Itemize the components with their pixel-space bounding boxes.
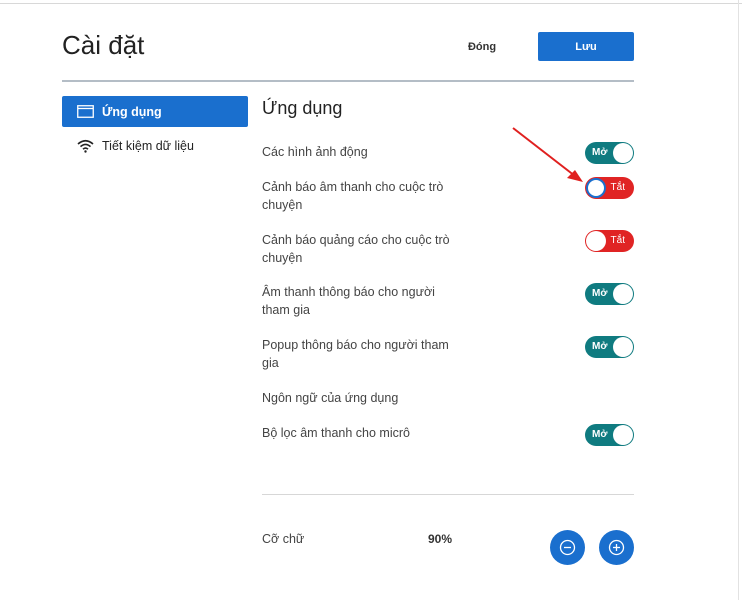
font-size-value: 90% <box>428 532 453 546</box>
toggle-participant-sound[interactable]: Mở <box>585 283 634 305</box>
increase-font-button[interactable] <box>599 530 634 565</box>
page-title: Cài đặt <box>62 30 145 60</box>
toggle-state-label: Mở <box>592 429 608 440</box>
setting-label-app-language[interactable]: Ngôn ngữ của ứng dụng <box>262 389 452 407</box>
toggle-knob <box>613 284 633 304</box>
setting-label-participant-sound: Âm thanh thông báo cho người tham gia <box>262 285 435 317</box>
toggle-state-label: Mở <box>592 341 608 352</box>
toggle-knob <box>613 337 633 357</box>
setting-label-mic-filter: Bộ lọc âm thanh cho micrô <box>262 426 410 440</box>
sidebar-item-app[interactable]: Ứng dụng <box>62 96 248 127</box>
wifi-icon <box>76 139 94 153</box>
header-divider <box>62 80 634 82</box>
toggle-knob <box>613 143 633 163</box>
window-top-border <box>0 0 742 4</box>
toggle-knob <box>586 231 606 251</box>
toggle-state-label: Tắt <box>610 235 625 246</box>
toggle-participant-popup[interactable]: Mở <box>585 336 634 358</box>
close-button[interactable]: Đóng <box>450 32 514 60</box>
annotation-arrow-icon <box>512 127 583 182</box>
setting-label-participant-popup: Popup thông báo cho người tham gia <box>262 338 449 370</box>
toggle-knob <box>613 425 633 445</box>
setting-label-chat-ad-alert: Cảnh báo quảng cáo cho cuộc trò chuyện <box>262 233 450 265</box>
plus-circle-icon <box>608 539 625 556</box>
section-title: Ứng dụng <box>262 98 343 118</box>
sidebar-item-data-saver[interactable]: Tiết kiệm dữ liệu <box>62 130 248 161</box>
save-button[interactable]: Lưu <box>538 32 634 61</box>
setting-label-chat-sound-alert: Cảnh báo âm thanh cho cuộc trò chuyện <box>262 180 444 212</box>
setting-label-animations: Các hình ảnh động <box>262 145 368 159</box>
section-divider <box>262 494 634 495</box>
font-size-label: Cỡ chữ <box>262 532 305 546</box>
window-icon <box>76 105 94 119</box>
toggle-state-label: Tắt <box>610 182 625 193</box>
toggle-chat-ad-alert[interactable]: Tắt <box>585 230 634 252</box>
sidebar-item-label: Tiết kiệm dữ liệu <box>102 138 194 153</box>
sidebar-item-label: Ứng dụng <box>102 104 162 119</box>
decrease-font-button[interactable] <box>550 530 585 565</box>
window-right-border <box>738 0 739 600</box>
toggle-mic-filter[interactable]: Mở <box>585 424 634 446</box>
toggle-state-label: Mở <box>592 288 608 299</box>
minus-circle-icon <box>559 539 576 556</box>
